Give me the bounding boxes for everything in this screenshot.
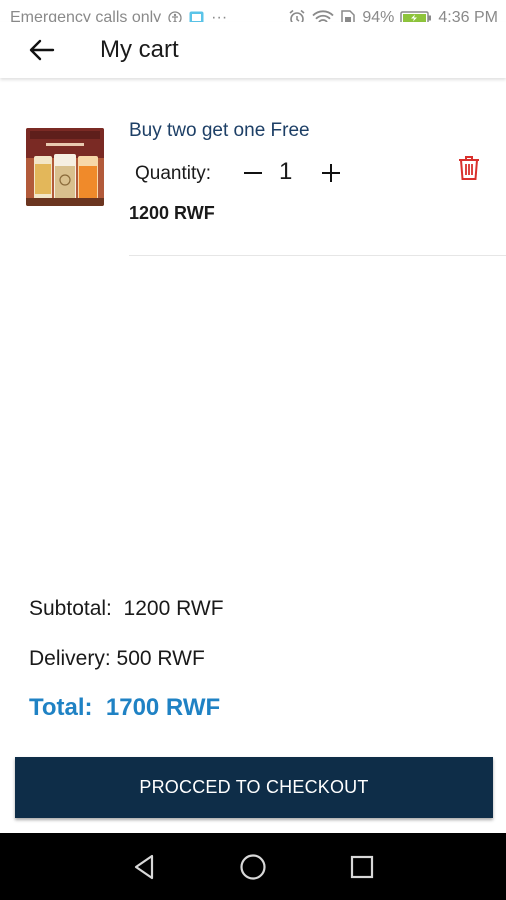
system-nav-bar [0, 833, 506, 900]
total-text: Total: 1700 RWF [29, 694, 221, 721]
triangle-back-icon [135, 854, 154, 879]
nav-home-button[interactable] [231, 845, 275, 889]
back-button[interactable] [22, 30, 62, 70]
app-header: My cart [0, 22, 506, 78]
square-recents-icon [350, 855, 373, 878]
item-divider [129, 255, 506, 256]
delivery-text: Delivery: 500 RWF [29, 647, 205, 670]
circle-home-icon [240, 853, 266, 880]
quantity-value: 1 [279, 158, 293, 185]
trash-icon [459, 156, 479, 180]
nav-back-button[interactable] [122, 845, 166, 889]
nav-recents-button[interactable] [340, 845, 384, 889]
subtotal-text: Subtotal: 1200 RWF [29, 597, 224, 620]
cart-item: Buy two get one Free Quantity: 1 1200 RW… [0, 108, 506, 258]
increase-quantity-button[interactable] [318, 158, 344, 188]
page-title: My cart [100, 36, 179, 63]
decrease-quantity-button[interactable] [240, 158, 266, 188]
product-image[interactable] [26, 128, 104, 206]
arrow-left-icon [29, 39, 55, 61]
checkout-button[interactable]: PROCCED TO CHECKOUT [15, 757, 493, 818]
quantity-label: Quantity: [135, 163, 212, 184]
minus-icon [244, 172, 262, 174]
delete-item-button[interactable] [454, 152, 484, 184]
item-price: 1200 RWF [129, 203, 215, 223]
plus-icon [322, 164, 340, 182]
item-name[interactable]: Buy two get one Free [129, 120, 310, 142]
